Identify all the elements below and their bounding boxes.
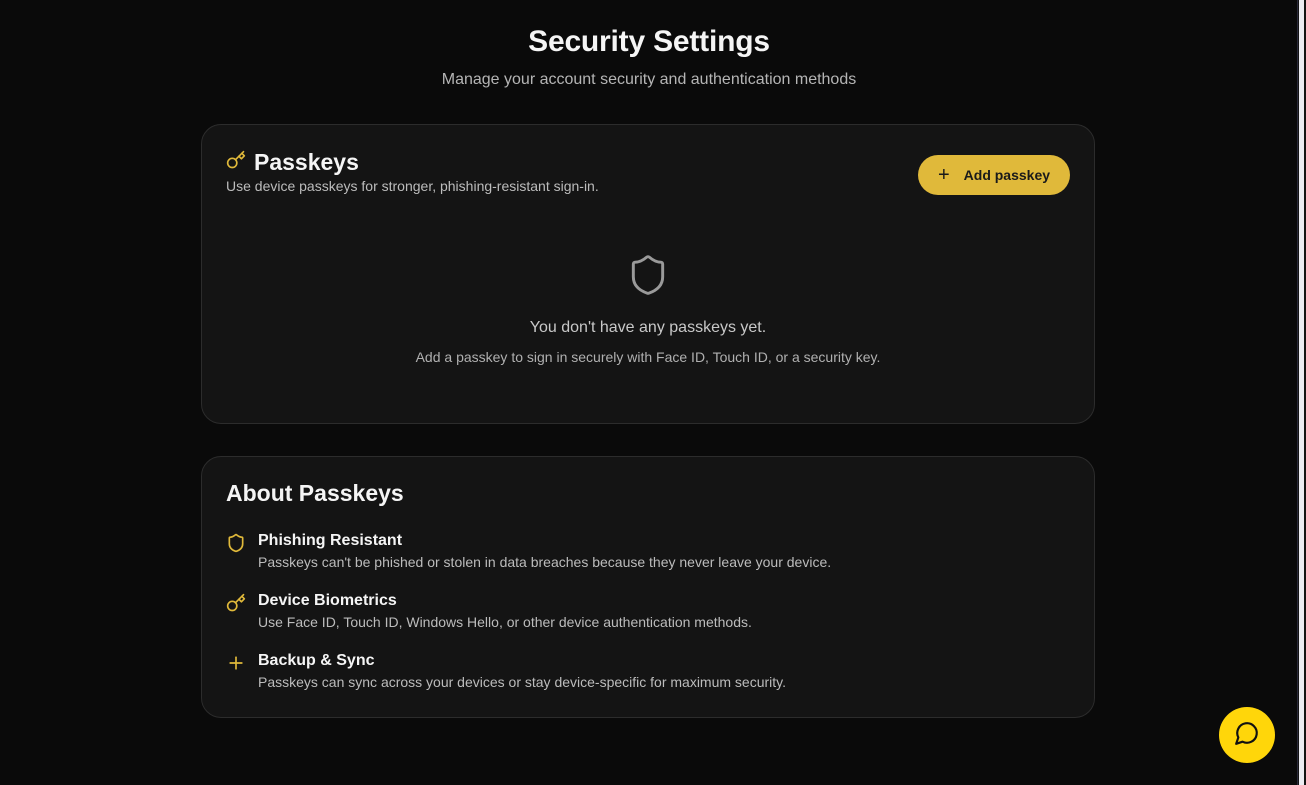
page-title: Security Settings bbox=[528, 25, 770, 58]
feature-text: Device Biometrics Use Face ID, Touch ID,… bbox=[258, 591, 752, 631]
empty-state-description: Add a passkey to sign in securely with F… bbox=[415, 349, 881, 365]
shield-icon bbox=[626, 251, 670, 299]
page-header: Security Settings Manage your account se… bbox=[0, 24, 1298, 90]
security-settings-page: Security Settings Manage your account se… bbox=[0, 0, 1306, 785]
empty-state-title: You don't have any passkeys yet. bbox=[529, 319, 767, 336]
passkeys-description: Use device passkeys for stronger, phishi… bbox=[226, 178, 599, 194]
feature-item: Backup & Sync Passkeys can sync across y… bbox=[226, 651, 1066, 691]
passkeys-card: Passkeys Use device passkeys for stronge… bbox=[201, 124, 1095, 424]
passkeys-card-header: Passkeys Use device passkeys for stronge… bbox=[226, 149, 599, 195]
key-icon bbox=[226, 593, 246, 613]
feature-name: Phishing Resistant bbox=[258, 532, 403, 549]
key-icon bbox=[226, 150, 246, 175]
passkeys-title-row: Passkeys bbox=[226, 149, 599, 175]
feature-text: Backup & Sync Passkeys can sync across y… bbox=[258, 651, 786, 691]
feature-name: Backup & Sync bbox=[258, 652, 375, 669]
feature-text: Phishing Resistant Passkeys can't be phi… bbox=[258, 531, 831, 571]
about-title: About Passkeys bbox=[226, 480, 404, 506]
add-passkey-button[interactable]: + Add passkey bbox=[918, 155, 1070, 195]
add-passkey-label: Add passkey bbox=[963, 167, 1051, 183]
about-passkeys-card: About Passkeys Phishing Resistant Passke… bbox=[201, 456, 1095, 718]
scrollbar-thumb[interactable] bbox=[1299, 0, 1304, 785]
chat-button[interactable] bbox=[1219, 707, 1275, 763]
plus-icon: + bbox=[937, 164, 950, 186]
shield-icon bbox=[226, 533, 246, 553]
feature-description: Passkeys can sync across your devices or… bbox=[258, 674, 787, 690]
feature-description: Passkeys can't be phished or stolen in d… bbox=[258, 554, 832, 570]
scrollbar[interactable] bbox=[1297, 0, 1306, 785]
passkeys-empty-state: You don't have any passkeys yet. Add a p… bbox=[202, 251, 1094, 366]
plus-icon bbox=[226, 653, 246, 673]
feature-description: Use Face ID, Touch ID, Windows Hello, or… bbox=[258, 614, 752, 630]
chat-bubble-icon bbox=[1234, 720, 1260, 751]
passkeys-title: Passkeys bbox=[254, 149, 359, 175]
feature-name: Device Biometrics bbox=[258, 592, 397, 609]
page-subtitle: Manage your account security and authent… bbox=[441, 71, 857, 88]
feature-item: Device Biometrics Use Face ID, Touch ID,… bbox=[226, 591, 1066, 631]
feature-item: Phishing Resistant Passkeys can't be phi… bbox=[226, 531, 1066, 571]
